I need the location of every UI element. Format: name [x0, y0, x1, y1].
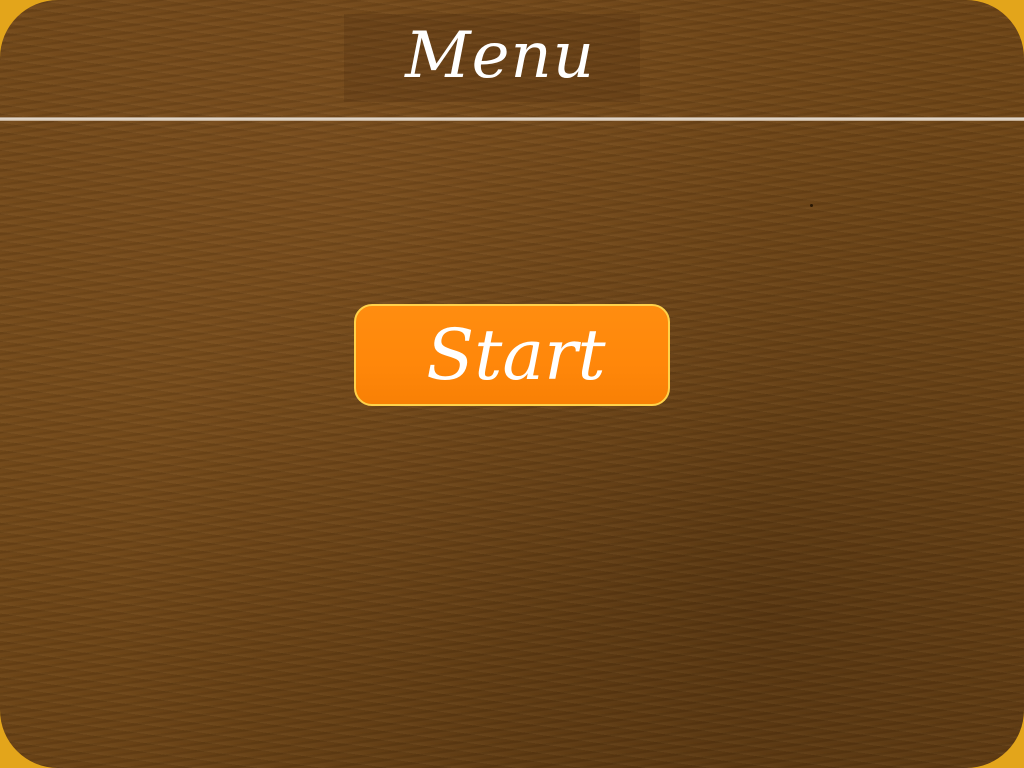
menu-panel: Menu Start [0, 0, 1024, 768]
background-frame: Menu Start [0, 0, 1024, 768]
header: Menu [0, 0, 1024, 118]
header-divider [0, 117, 1024, 121]
page-title: Menu [405, 19, 595, 93]
start-button[interactable]: Start [354, 304, 670, 406]
start-button-label: Start [426, 314, 606, 396]
texture-speck [810, 204, 813, 207]
